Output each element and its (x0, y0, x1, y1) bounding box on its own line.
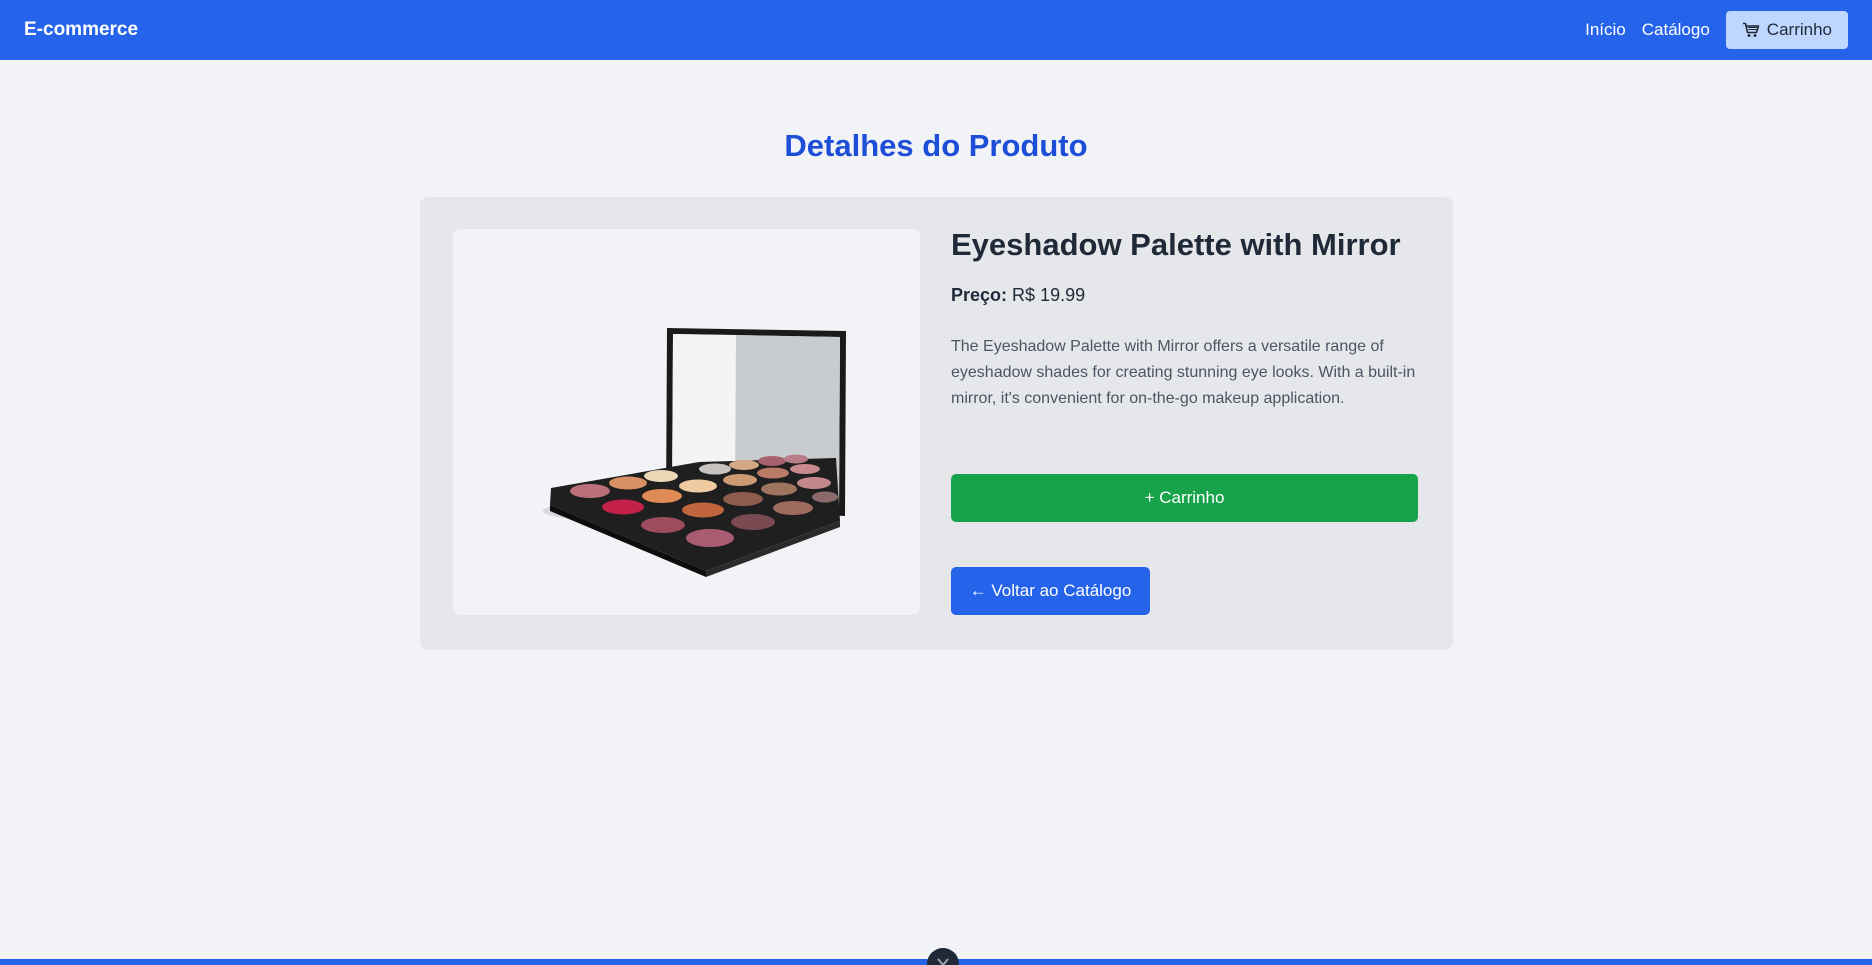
price-label: Preço: (951, 285, 1008, 305)
product-description: The Eyeshadow Palette with Mirror offers… (951, 338, 1416, 407)
product-price: Preço: R$ 19.99 (951, 285, 1085, 306)
product-name: Eyeshadow Palette with Mirror (951, 227, 1401, 262)
product-image (453, 229, 920, 615)
back-to-catalog-button[interactable]: ← Voltar ao Catálogo (951, 567, 1150, 615)
product-card: Eyeshadow Palette with Mirror Preço: R$ … (420, 197, 1453, 650)
nav-links: Início Catálogo Carrinho (1585, 11, 1848, 49)
add-to-cart-button[interactable]: + Carrinho (951, 474, 1418, 522)
page-title: Detalhes do Produto (784, 128, 1088, 163)
cart-button[interactable]: Carrinho (1725, 11, 1848, 49)
nav-link-inicio[interactable]: Início (1585, 20, 1626, 40)
footer-toggle-button[interactable] (927, 948, 959, 965)
cart-button-label: Carrinho (1766, 20, 1832, 39)
chevron-down-icon (936, 954, 950, 965)
eyeshadow-palette-image (543, 328, 846, 577)
price-value: R$ 19.99 (1012, 285, 1086, 305)
nav-link-catalogo[interactable]: Catálogo (1642, 20, 1710, 40)
cart-icon (1742, 22, 1760, 38)
top-navbar: E-commerce Início Catálogo Carrinho (0, 0, 1872, 60)
brand-logo[interactable]: E-commerce (24, 19, 138, 41)
